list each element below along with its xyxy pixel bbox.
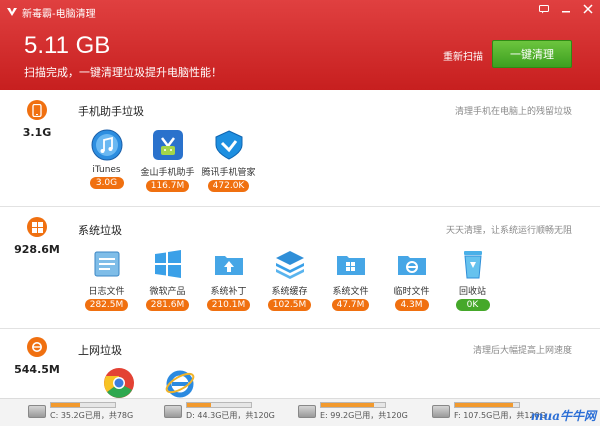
item-size-badge: 0K <box>455 299 490 311</box>
drive-d: D: 44.3G已用，共120G <box>164 402 275 421</box>
chrome-icon <box>102 367 136 398</box>
section-phone-junk: 3.1G 手机助手垃圾 清理手机在电脑上的残留垃圾 iTunes 3.0G 金山… <box>0 90 600 207</box>
rescan-link[interactable]: 重新扫描 <box>443 48 483 63</box>
site-watermark: mua牛牛网 <box>530 409 596 423</box>
item-label: 临时文件 <box>393 287 430 297</box>
drive-usage-bar <box>50 402 116 408</box>
folder-ie-icon <box>395 247 429 281</box>
item-size-badge: 282.5M <box>84 299 129 311</box>
minimize-icon[interactable] <box>560 3 572 15</box>
item-label: 回收站 <box>458 287 486 297</box>
feedback-icon[interactable] <box>538 3 550 15</box>
junk-total-size: 5.11 GB <box>24 32 111 59</box>
drive-usage-bar <box>186 402 252 408</box>
item-label: 微软产品 <box>149 287 186 297</box>
title-bar: 新毒霸-电脑清理 <box>6 4 96 20</box>
layers-icon <box>273 247 307 281</box>
section-description: 清理后大幅提高上网速度 <box>472 346 572 356</box>
windows-icon <box>27 217 47 237</box>
phone-icon <box>27 100 47 120</box>
item-label: 腾讯手机管家 <box>201 168 256 178</box>
section-size: 544.5M <box>14 363 60 376</box>
internet-explorer-icon <box>163 367 197 398</box>
window-title: 新毒霸-电脑清理 <box>22 8 96 20</box>
item-internet-explorer[interactable] <box>149 367 210 398</box>
log-file-icon <box>90 247 124 281</box>
itunes-icon <box>90 128 124 162</box>
section-size: 928.6M <box>14 243 60 256</box>
window-controls <box>538 3 594 15</box>
item-log-files[interactable]: 日志文件 282.5M <box>76 247 137 311</box>
drive-usage-fill <box>455 403 513 407</box>
item-microsoft-products[interactable]: 微软产品 281.6M <box>137 247 198 311</box>
drive-usage-text: E: 99.2G已用，共120G <box>320 411 408 420</box>
section-description: 天天清理，让系统运行顺畅无阻 <box>445 226 572 236</box>
item-size-badge: 116.7M <box>145 180 190 192</box>
scan-status: 扫描完成，一键清理垃圾提升电脑性能！ <box>24 66 222 79</box>
item-size-badge: 3.0G <box>89 177 124 189</box>
drive-info: D: 44.3G已用，共120G <box>186 402 275 421</box>
drive-c: C: 35.2G已用，共78G <box>28 402 133 421</box>
drive-status-bar: C: 35.2G已用，共78G D: 44.3G已用，共120G E: 99.2… <box>0 398 600 426</box>
recycle-bin-icon <box>456 247 490 281</box>
ie-icon <box>27 337 47 357</box>
section-description: 清理手机在电脑上的残留垃圾 <box>454 107 572 117</box>
item-label: 日志文件 <box>88 287 125 297</box>
microsoft-windows-icon <box>151 247 185 281</box>
drive-f: F: 107.5G已用，共120G <box>432 402 546 421</box>
drive-usage-bar <box>454 402 520 408</box>
section-size: 3.1G <box>22 126 52 139</box>
section-title: 系统垃圾 <box>78 224 122 237</box>
item-list: 日志文件 282.5M 微软产品 281.6M 系统补丁 210.1M 系统缓存… <box>76 247 503 311</box>
item-size-badge: 281.6M <box>145 299 190 311</box>
drive-usage-fill <box>187 403 211 407</box>
item-system-files[interactable]: 系统文件 47.7M <box>320 247 381 311</box>
tencent-phone-manager-icon <box>212 128 246 162</box>
item-temp-files[interactable]: 临时文件 4.3M <box>381 247 442 311</box>
item-size-badge: 47.7M <box>331 299 370 311</box>
one-click-clean-button[interactable]: 一键清理 <box>492 40 572 68</box>
drive-usage-text: D: 44.3G已用，共120G <box>186 411 275 420</box>
drive-usage-text: C: 35.2G已用，共78G <box>50 411 134 420</box>
item-label: 系统缓存 <box>271 287 308 297</box>
item-size-badge: 4.3M <box>394 299 429 311</box>
close-icon[interactable] <box>582 3 594 15</box>
drive-info: C: 35.2G已用，共78G <box>50 402 133 421</box>
item-system-cache[interactable]: 系统缓存 102.5M <box>259 247 320 311</box>
item-size-badge: 102.5M <box>267 299 312 311</box>
item-label: 金山手机助手 <box>140 168 195 178</box>
item-system-patches[interactable]: 系统补丁 210.1M <box>198 247 259 311</box>
folder-windows-icon <box>334 247 368 281</box>
drive-usage-bar <box>320 402 386 408</box>
hard-drive-icon <box>28 405 46 418</box>
hard-drive-icon <box>164 405 182 418</box>
item-recycle-bin[interactable]: 回收站 0K <box>442 247 503 311</box>
item-chrome[interactable] <box>88 367 149 398</box>
item-label: iTunes <box>92 165 121 175</box>
item-list: iTunes 3.0G 金山手机助手 116.7M 腾讯手机管家 472.0K <box>76 128 259 192</box>
drive-usage-fill <box>51 403 80 407</box>
header: 新毒霸-电脑清理 5.11 GB 扫描完成，一键清理垃圾提升电脑性能！ 重新扫描… <box>0 0 600 90</box>
section-system-junk: 928.6M 系统垃圾 天天清理，让系统运行顺畅无阻 日志文件 282.5M 微… <box>0 207 600 329</box>
drive-info: E: 99.2G已用，共120G <box>320 402 408 421</box>
folder-upload-icon <box>212 247 246 281</box>
hard-drive-icon <box>432 405 450 418</box>
drive-e: E: 99.2G已用，共120G <box>298 402 408 421</box>
app-logo-icon <box>7 8 17 16</box>
hard-drive-icon <box>298 405 316 418</box>
item-itunes[interactable]: iTunes 3.0G <box>76 128 137 192</box>
item-size-badge: 210.1M <box>206 299 251 311</box>
section-title: 上网垃圾 <box>78 344 122 357</box>
item-tencent-phone-manager[interactable]: 腾讯手机管家 472.0K <box>198 128 259 192</box>
kingsoft-phone-assistant-icon <box>151 128 185 162</box>
item-label: 系统补丁 <box>210 287 247 297</box>
section-title: 手机助手垃圾 <box>78 105 144 118</box>
item-kingsoft-phone-assistant[interactable]: 金山手机助手 116.7M <box>137 128 198 192</box>
section-internet-junk: 544.5M 上网垃圾 清理后大幅提高上网速度 <box>0 329 600 398</box>
item-label: 系统文件 <box>332 287 369 297</box>
item-size-badge: 472.0K <box>207 180 250 192</box>
item-list <box>88 367 210 398</box>
drive-usage-fill <box>321 403 375 407</box>
